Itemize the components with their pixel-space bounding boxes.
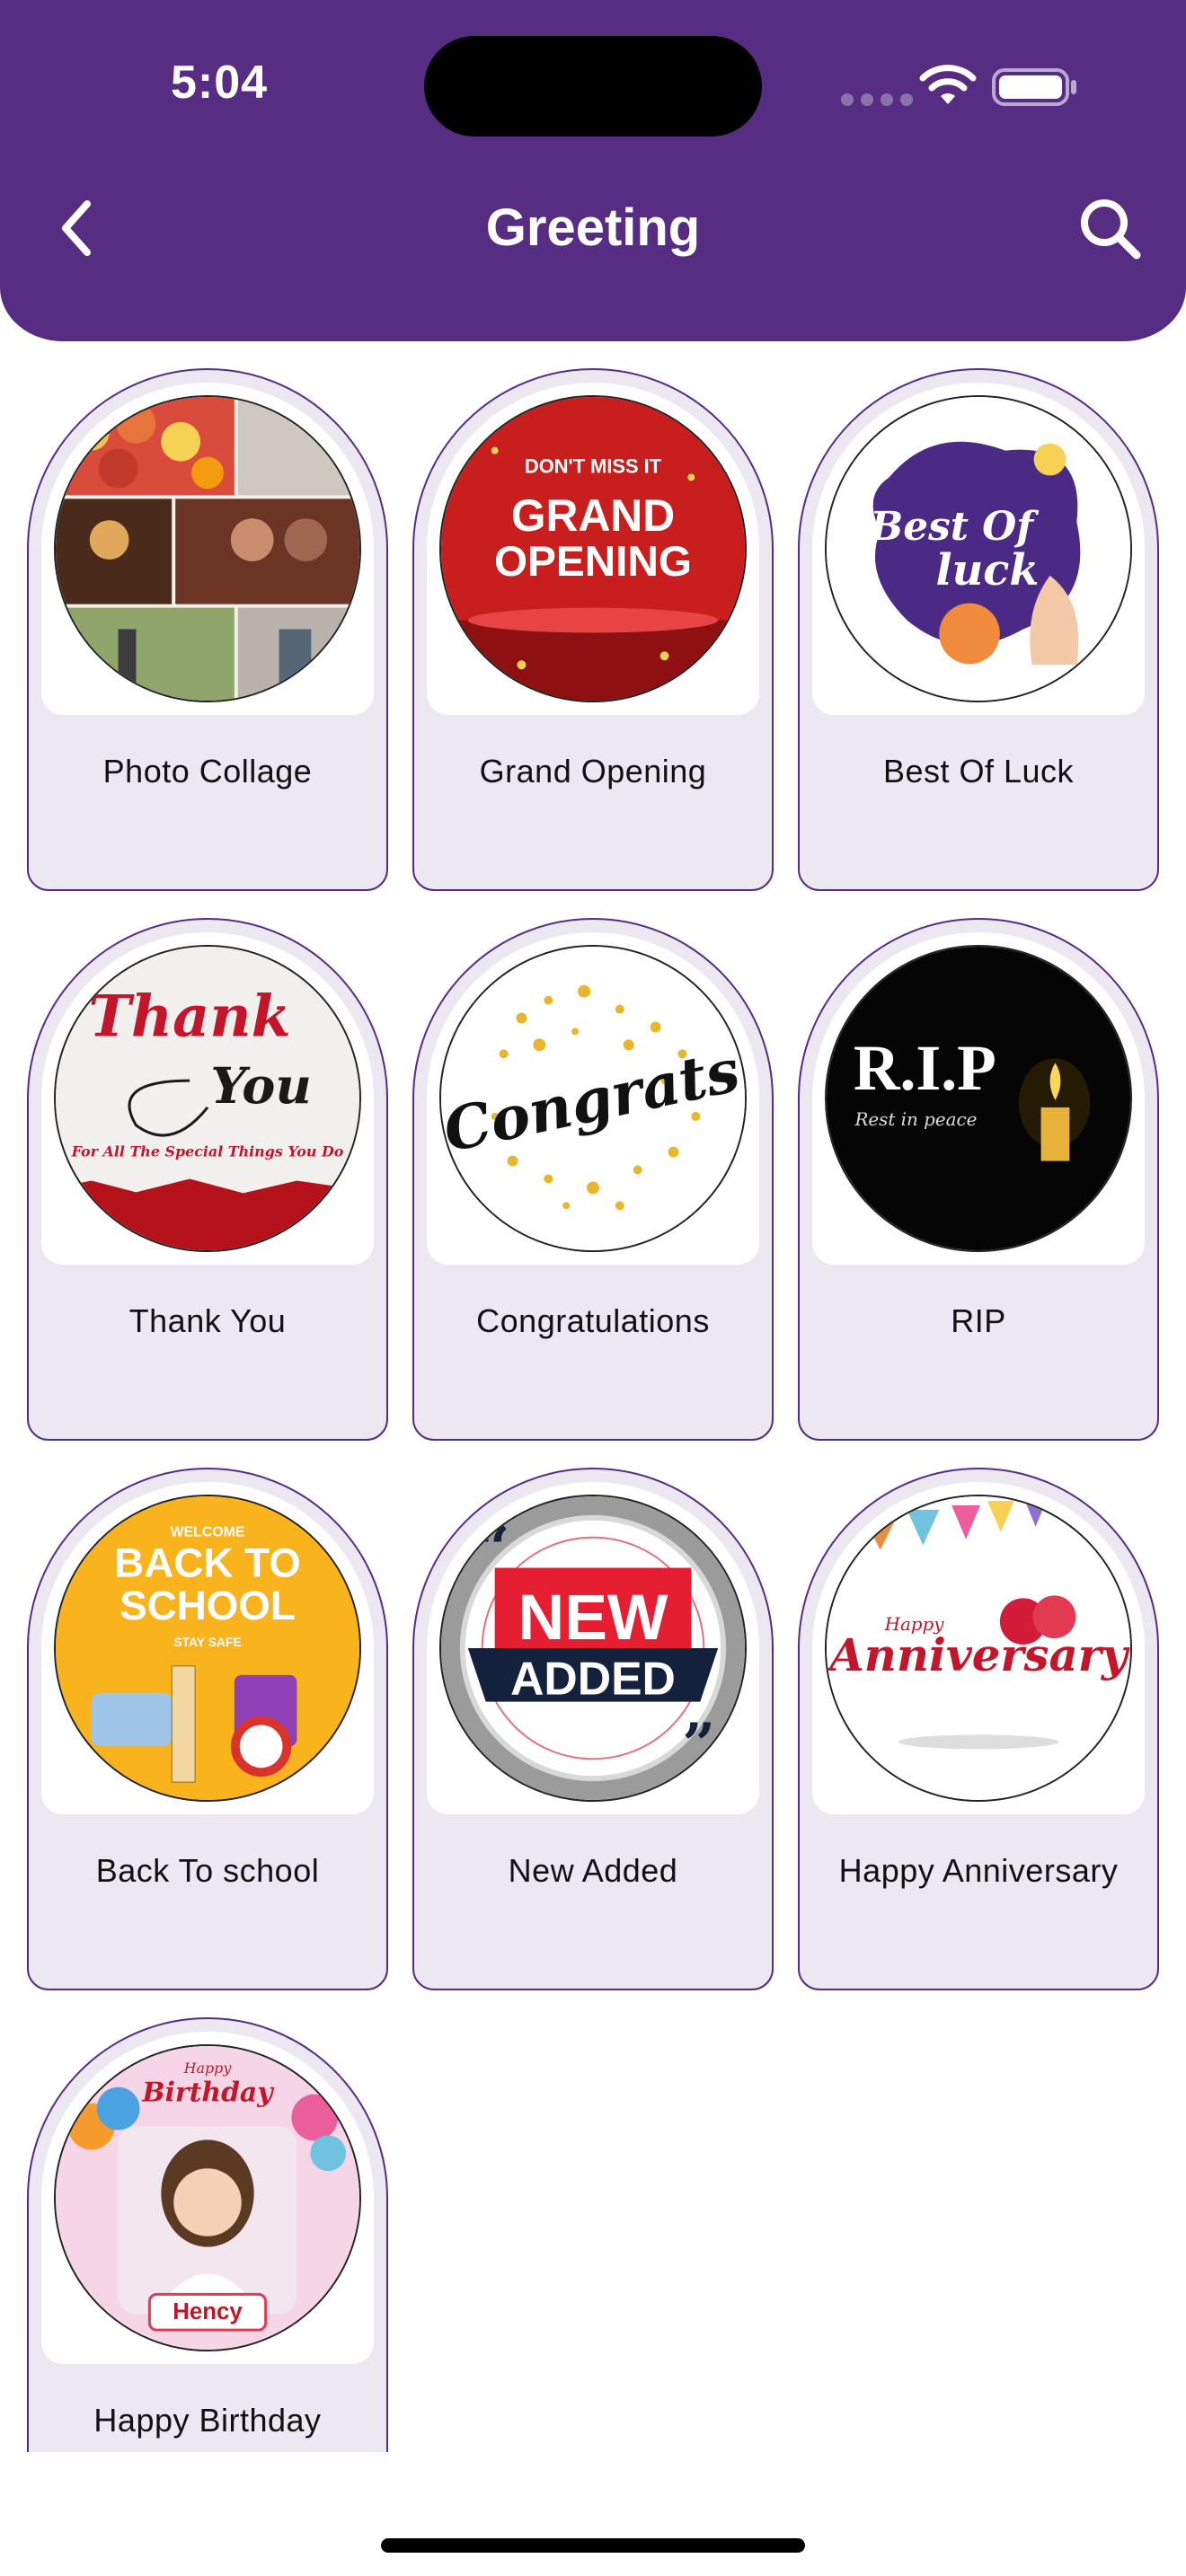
happy-birthday-thumbnail: Happy Birthday Hency — [54, 2044, 361, 2351]
category-label: RIP — [951, 1302, 1006, 1339]
category-card-grand-opening[interactable]: DON'T MISS IT GRAND OPENING Grand Openin… — [412, 368, 774, 891]
category-card-congratulations[interactable]: Congrats Congratulations — [412, 918, 774, 1441]
category-card-best-of-luck[interactable]: Best Of luck Best Of Luck — [798, 368, 1159, 891]
thumb-text: Best Of — [868, 504, 1040, 550]
thumb-text: STAY SAFE — [173, 1635, 241, 1649]
thumb-text: Thank — [89, 983, 291, 1050]
category-label: Congratulations — [476, 1302, 710, 1339]
thumb-text: luck — [935, 545, 1039, 595]
back-to-school-thumbnail: WELCOME BACK TO SCHOOL STAY SAFE — [54, 1495, 361, 1802]
category-label: Grand Opening — [479, 753, 707, 790]
category-card-back-to-school[interactable]: WELCOME BACK TO SCHOOL STAY SAFE Back To… — [27, 1468, 388, 1990]
thumb-text: Anniversary — [827, 1628, 1130, 1681]
category-card-happy-anniversary[interactable]: Happy Anniversary Happy Anniversary — [798, 1468, 1159, 1990]
thumb-text: OPENING — [494, 538, 692, 586]
thumb-text: ADDED — [510, 1653, 676, 1705]
category-label: Photo Collage — [102, 753, 313, 790]
thumb-text: R.I.P — [854, 1033, 996, 1104]
photo-collage-thumbnail — [54, 395, 361, 702]
category-label: Happy Anniversary — [838, 1852, 1119, 1889]
thumb-text: BACK TO — [114, 1539, 300, 1585]
best-of-luck-thumbnail: Best Of luck — [825, 395, 1132, 702]
greeting-category-grid: Photo Collage DON'T MISS IT GRAND OPENIN… — [0, 0, 1186, 2452]
category-card-rip[interactable]: R.I.P Rest in peace RIP — [798, 918, 1159, 1441]
category-label: Back To school — [95, 1852, 320, 1889]
thumb-text: Hency — [173, 2299, 243, 2325]
new-added-thumbnail: NEW ADDED “ ” — [439, 1495, 747, 1802]
category-card-happy-birthday[interactable]: Happy Birthday Hency Happy Birthday — [27, 2017, 388, 2452]
rip-thumbnail: R.I.P Rest in peace — [825, 945, 1132, 1252]
thumb-text: DON'T MISS IT — [525, 455, 662, 478]
category-label: Best Of Luck — [882, 753, 1075, 790]
category-label: Thank You — [128, 1302, 287, 1339]
thumb-text: NEW — [518, 1582, 668, 1654]
thumb-text: Rest in peace — [854, 1109, 977, 1130]
home-indicator[interactable] — [381, 2538, 805, 2553]
happy-anniversary-thumbnail: Happy Anniversary — [825, 1495, 1132, 1802]
category-card-photo-collage[interactable]: Photo Collage — [27, 368, 388, 891]
thumb-text: For All The Special Things You Do — [71, 1143, 344, 1160]
congratulations-thumbnail: Congrats — [439, 945, 747, 1252]
thumb-text: SCHOOL — [119, 1583, 296, 1628]
svg-text:“: “ — [477, 1515, 510, 1583]
category-label: Happy Birthday — [93, 2402, 322, 2439]
category-card-thank-you[interactable]: Thank You For All The Special Things You… — [27, 918, 388, 1441]
svg-text:”: ” — [682, 1711, 715, 1778]
grand-opening-thumbnail: DON'T MISS IT GRAND OPENING — [439, 395, 747, 702]
thumb-text: You — [210, 1057, 311, 1116]
category-card-new-added[interactable]: NEW ADDED “ ” New Added — [412, 1468, 774, 1990]
thumb-text: WELCOME — [171, 1525, 245, 1540]
thumb-text: Birthday — [141, 2078, 275, 2109]
thank-you-thumbnail: Thank You For All The Special Things You… — [54, 945, 361, 1252]
thumb-text: Happy — [183, 2060, 233, 2077]
thumb-text: GRAND — [511, 490, 675, 541]
category-label: New Added — [508, 1852, 678, 1889]
